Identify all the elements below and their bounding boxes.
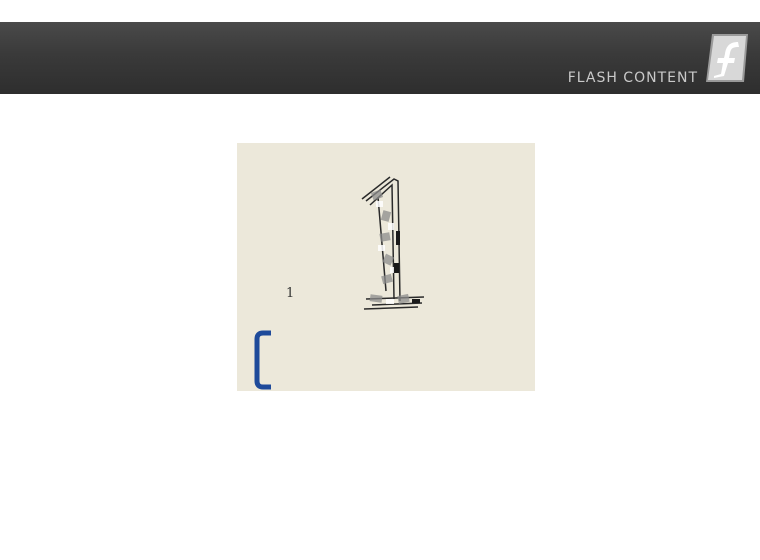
blue-bracket-icon xyxy=(254,330,271,390)
flash-header-bar: FLASH CONTENT xyxy=(0,22,760,94)
flash-content-label: FLASH CONTENT xyxy=(567,70,698,86)
flash-logo-icon xyxy=(706,34,748,82)
sketched-number-one xyxy=(361,176,425,310)
flash-stage[interactable]: 1 xyxy=(237,143,535,391)
small-number-label: 1 xyxy=(286,286,295,301)
